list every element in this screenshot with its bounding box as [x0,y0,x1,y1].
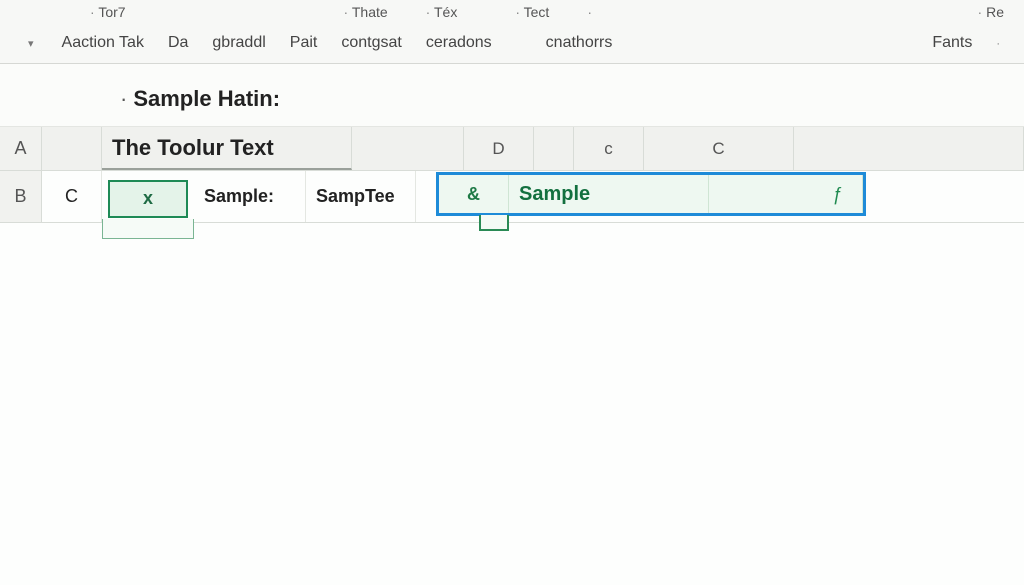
ribbon-label[interactable]: Téx [426,4,458,20]
ribbon-tab[interactable]: cnathorrs [546,34,613,52]
section-title-text: Sample Hatin: [133,86,280,111]
cell[interactable] [534,127,574,170]
cell[interactable] [42,127,102,170]
selection-cell[interactable]: ƒ [709,175,863,213]
chevron-icon[interactable]: · [996,38,1000,50]
ribbon-tab[interactable]: Da [168,34,188,52]
cell[interactable]: Sample: [194,171,306,222]
cell[interactable] [794,127,1024,170]
row-header[interactable]: A [0,127,42,170]
chevron-down-icon[interactable]: ▾ [28,37,34,50]
cell[interactable]: C [42,171,102,222]
ribbon-top-row: Tor7 Thate Téx Tect Re [20,0,1004,30]
ribbon-label[interactable]: Re [978,4,1004,20]
ribbon-tab[interactable]: contgsat [341,34,401,52]
ribbon-label[interactable]: Tor7 [90,4,126,20]
column-header[interactable]: C [644,127,794,170]
cell[interactable] [352,127,464,170]
ribbon: Tor7 Thate Téx Tect Re ▾ Aaction Tak Da … [0,0,1024,64]
section-title: ·Sample Hatin: [0,64,1024,127]
cell[interactable]: x [102,171,194,222]
formula-cell[interactable]: x [108,180,188,218]
active-selection[interactable]: & Sample ƒ [436,172,866,216]
ribbon-tab[interactable]: Fants [932,34,972,52]
title-cell[interactable]: The Toolur Text [102,127,352,170]
cell-handle[interactable] [102,219,194,239]
column-header[interactable]: D [464,127,534,170]
ribbon-label[interactable]: Tect [515,4,549,20]
ribbon-tab[interactable]: Aaction Tak [62,34,144,52]
data-row: B C x Sample: SampTee & Sample ƒ [0,171,1024,223]
selection-handle[interactable] [479,215,509,231]
ribbon-label[interactable]: Thate [344,4,388,20]
column-header[interactable]: c [574,127,644,170]
ribbon-tabs: ▾ Aaction Tak Da gbraddl Pait contgsat c… [20,30,1004,60]
cell[interactable]: SampTee [306,171,416,222]
ribbon-tab[interactable]: ceradons [426,34,492,52]
selection-cell[interactable]: & [439,175,509,213]
ribbon-tab[interactable]: gbraddl [212,34,265,52]
row-header[interactable]: B [0,171,42,222]
ribbon-tab[interactable]: Pait [290,34,318,52]
spreadsheet[interactable]: A The Toolur Text D c C B C x Sample: Sa… [0,127,1024,585]
empty-cells[interactable] [0,223,1024,523]
spacer [416,171,436,222]
header-row: A The Toolur Text D c C [0,127,1024,171]
selection-cell[interactable]: Sample [509,175,709,213]
